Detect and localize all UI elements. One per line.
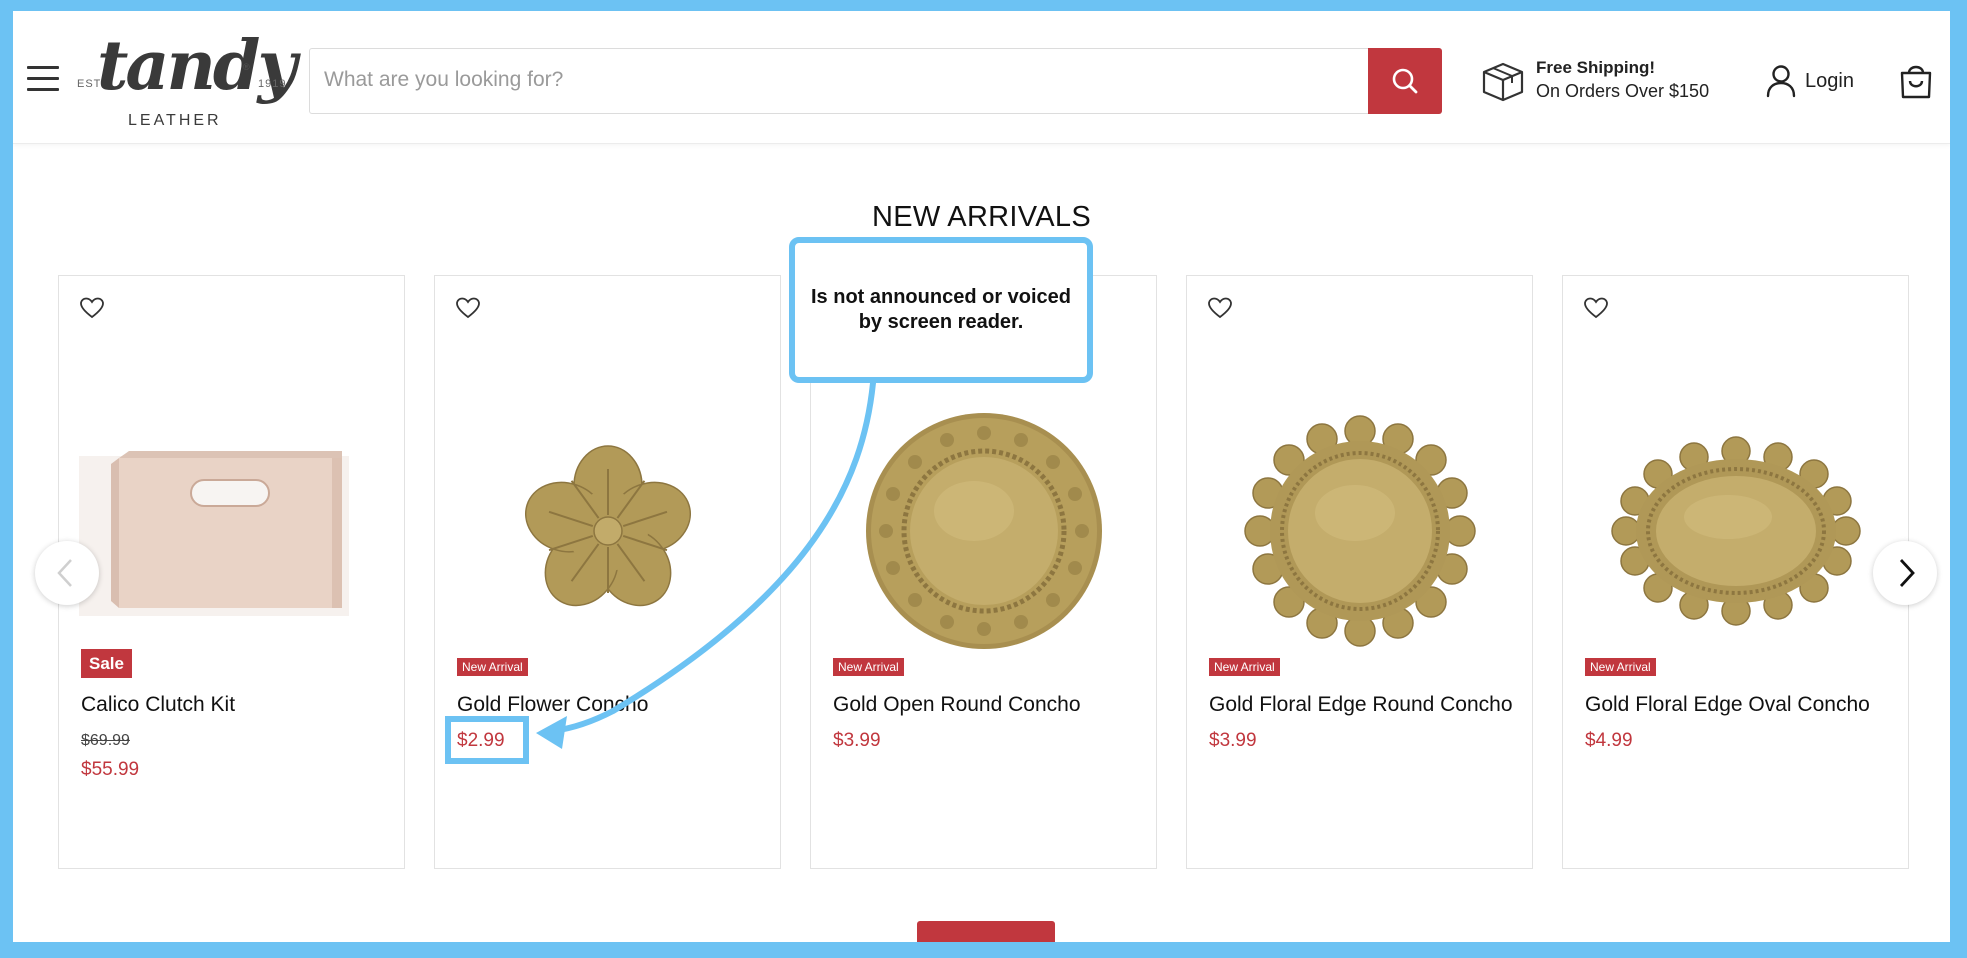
heart-icon[interactable] bbox=[455, 296, 481, 320]
shipping-title: Free Shipping! bbox=[1536, 58, 1655, 77]
product-image[interactable] bbox=[455, 396, 762, 666]
box-icon bbox=[1482, 62, 1524, 102]
search-icon bbox=[1392, 68, 1418, 94]
user-icon bbox=[1766, 65, 1796, 98]
product-price: $55.99 bbox=[81, 759, 140, 780]
browser-viewport: EST tandy ® 1919 LEATHER Free Shipping! … bbox=[13, 11, 1950, 942]
annotation-callout: Is not announced or voiced by screen rea… bbox=[789, 237, 1093, 383]
product-price: $3.99 bbox=[833, 730, 881, 751]
bag-icon[interactable] bbox=[1896, 61, 1936, 101]
product-card[interactable]: Sale Calico Clutch Kit $69.99 $55.99 bbox=[58, 275, 405, 869]
product-image[interactable] bbox=[1207, 396, 1514, 666]
product-name[interactable]: Calico Clutch Kit bbox=[81, 693, 235, 717]
new-arrival-badge: New Arrival bbox=[1585, 658, 1656, 676]
compare-price: $69.99 bbox=[81, 732, 130, 749]
logo[interactable]: EST tandy ® 1919 LEATHER bbox=[77, 26, 297, 130]
product-name[interactable]: Gold Floral Edge Round Concho bbox=[1209, 693, 1513, 717]
heart-icon[interactable] bbox=[1207, 296, 1233, 320]
new-arrival-badge: New Arrival bbox=[1209, 658, 1280, 676]
heart-icon[interactable] bbox=[1583, 296, 1609, 320]
heart-icon[interactable] bbox=[79, 296, 105, 320]
product-name[interactable]: Gold Flower Concho bbox=[457, 693, 648, 717]
chevron-right-icon bbox=[1899, 559, 1915, 587]
section-title: NEW ARRIVALS bbox=[871, 201, 1091, 233]
annotation-highlight-box bbox=[445, 716, 529, 764]
product-image[interactable] bbox=[1583, 396, 1890, 666]
sale-badge: Sale bbox=[81, 649, 132, 678]
product-price: $3.99 bbox=[1209, 730, 1257, 751]
site-header: EST tandy ® 1919 LEATHER Free Shipping! … bbox=[13, 11, 1950, 144]
product-card[interactable]: New Arrival Gold Floral Edge Round Conch… bbox=[1186, 275, 1533, 869]
product-name[interactable]: Gold Open Round Concho bbox=[833, 693, 1081, 717]
product-image[interactable] bbox=[79, 396, 386, 666]
login-label: Login bbox=[1805, 70, 1854, 92]
logo-year: 1919 bbox=[258, 78, 287, 90]
logo-registered: ® bbox=[243, 62, 250, 72]
chevron-left-icon bbox=[57, 559, 72, 587]
product-name[interactable]: Gold Floral Edge Oval Concho bbox=[1585, 693, 1870, 717]
product-card[interactable]: New Arrival Gold Flower Concho $2.99 bbox=[434, 275, 781, 869]
carousel-next-button[interactable] bbox=[1873, 541, 1937, 605]
new-arrival-badge: New Arrival bbox=[457, 658, 528, 676]
shipping-subtitle: On Orders Over $150 bbox=[1536, 81, 1710, 101]
logo-wordmark: tandy bbox=[97, 26, 297, 106]
search-input[interactable] bbox=[310, 49, 1348, 111]
show-all-button[interactable] bbox=[917, 921, 1055, 942]
product-price: $4.99 bbox=[1585, 730, 1633, 751]
hamburger-icon[interactable] bbox=[27, 66, 59, 92]
new-arrival-badge: New Arrival bbox=[833, 658, 904, 676]
search-button[interactable] bbox=[1368, 48, 1442, 114]
carousel-prev-button[interactable] bbox=[35, 541, 99, 605]
search-bar bbox=[309, 48, 1442, 114]
product-image[interactable] bbox=[831, 396, 1138, 666]
logo-subtitle: LEATHER bbox=[128, 112, 222, 129]
product-card[interactable]: New Arrival Gold Floral Edge Oval Concho… bbox=[1562, 275, 1909, 869]
